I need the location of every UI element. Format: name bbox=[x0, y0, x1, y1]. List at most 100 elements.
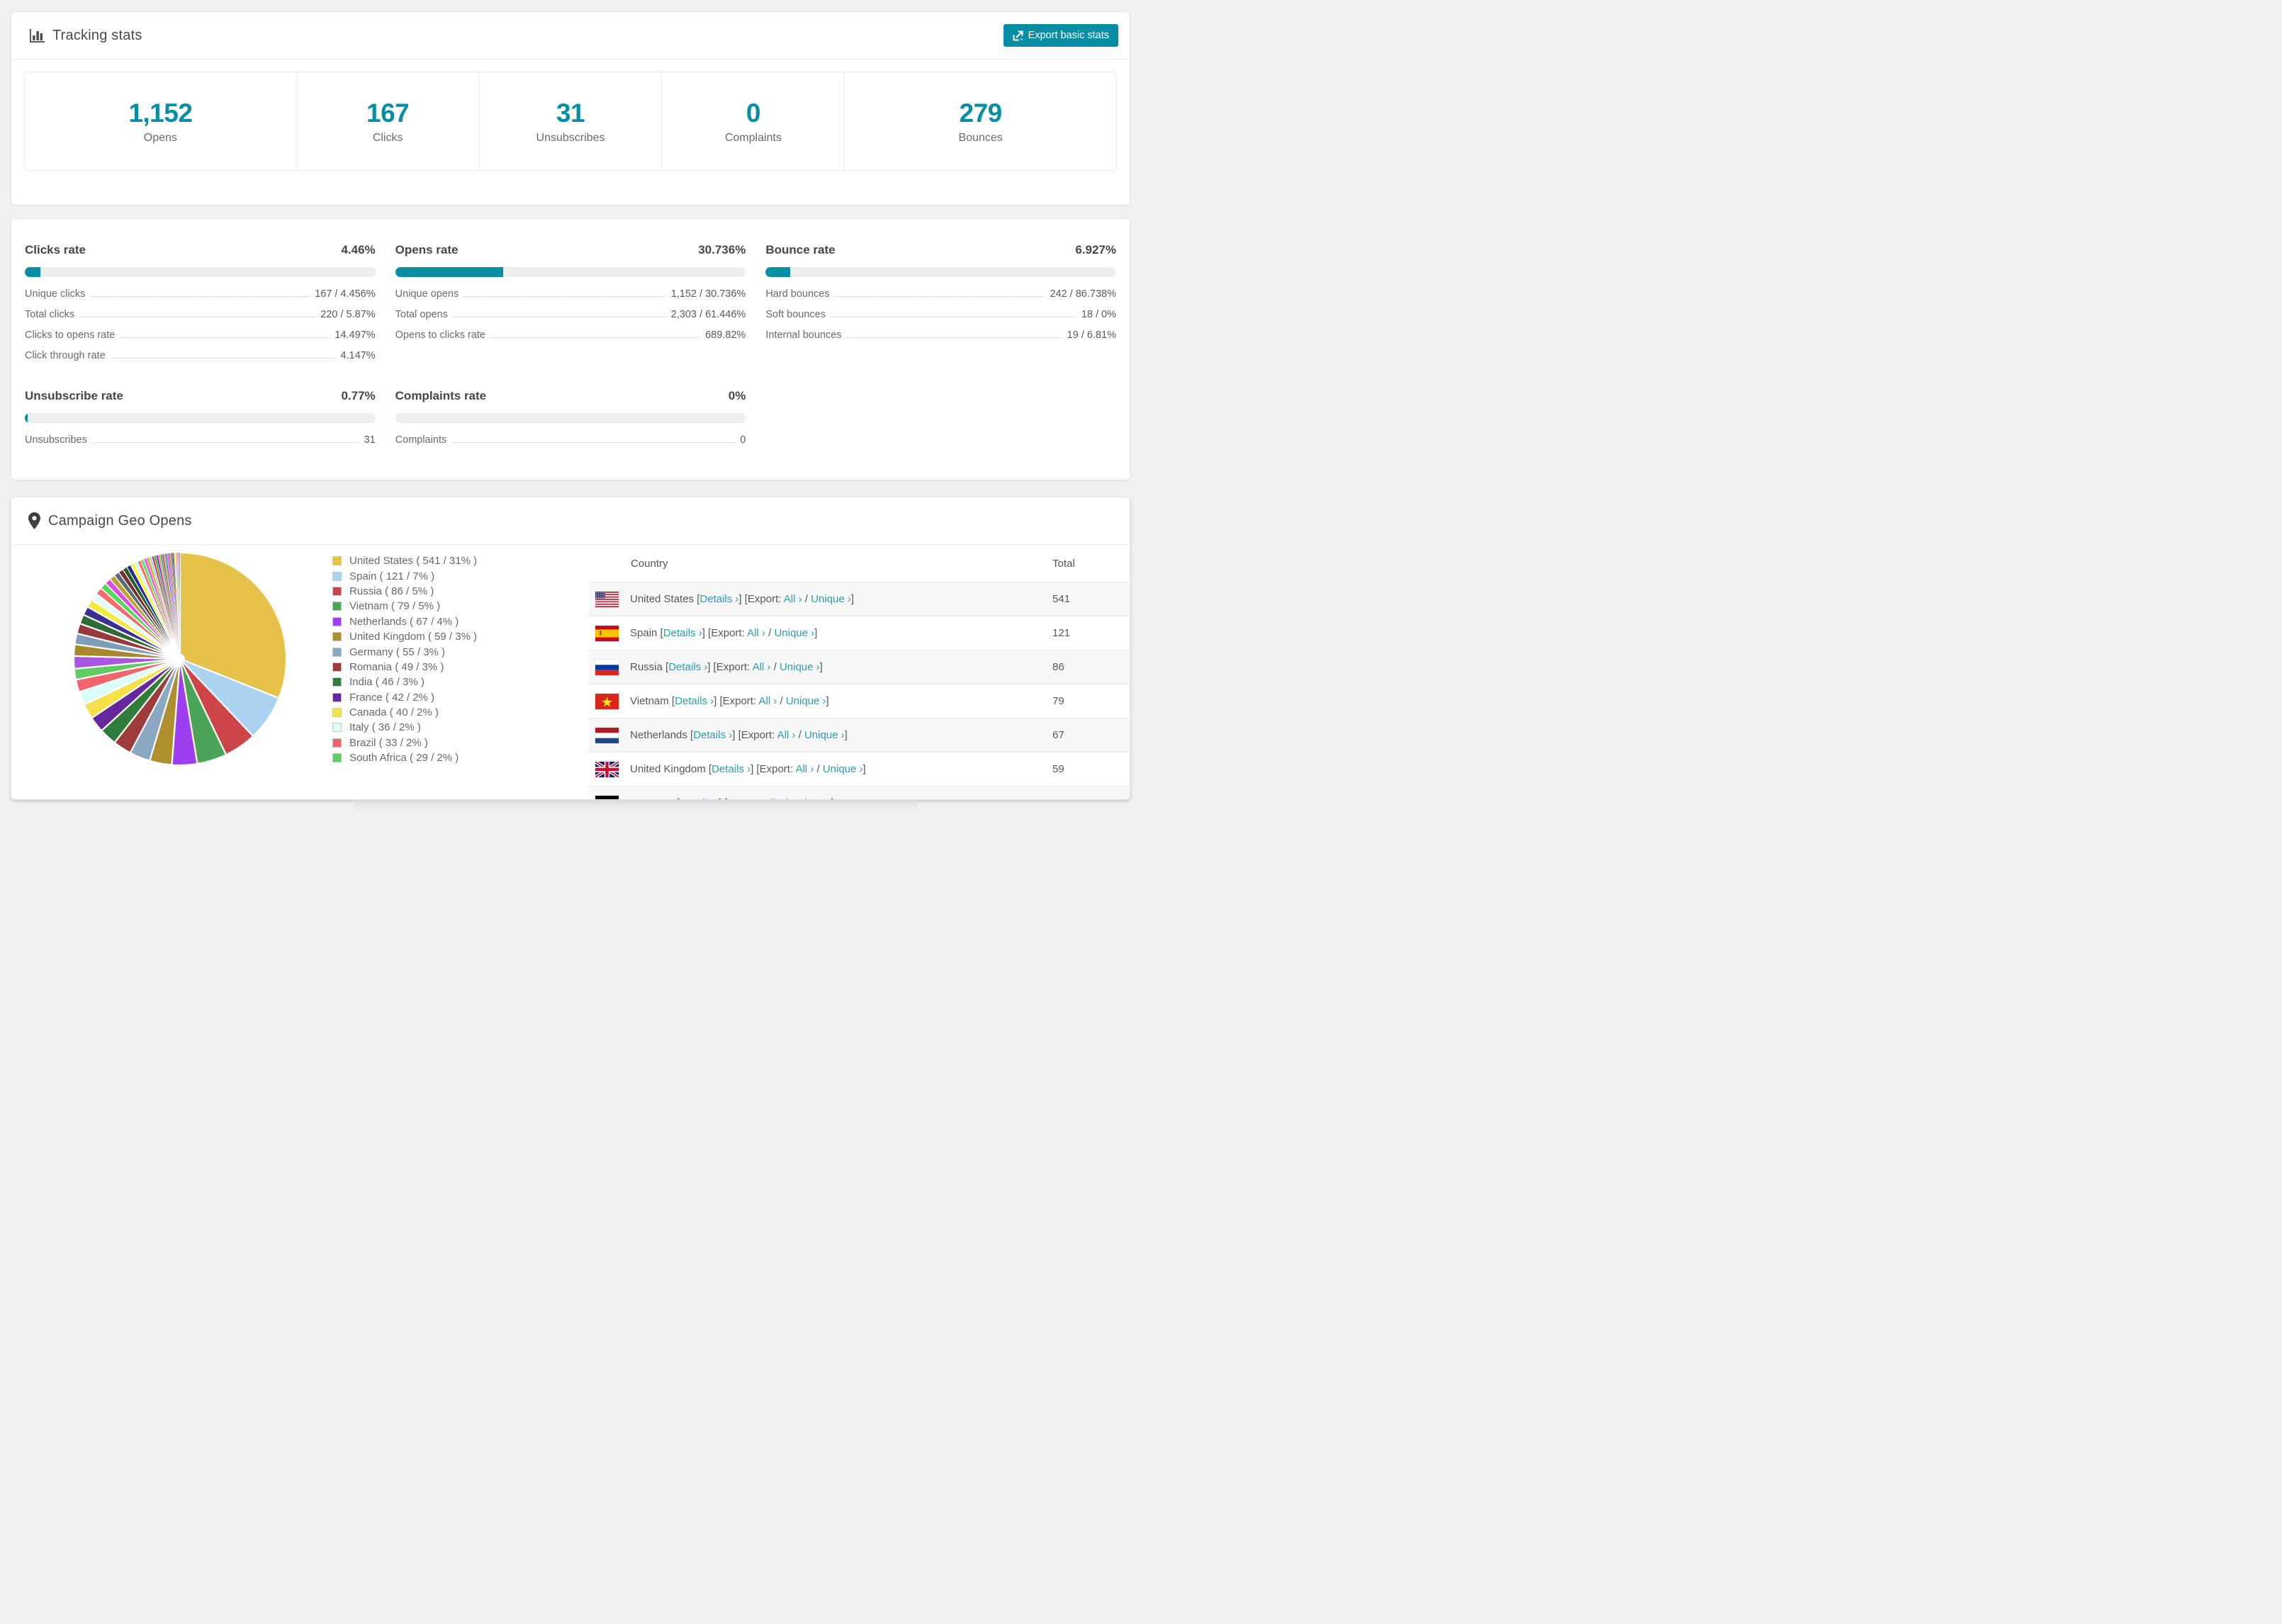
dotted-leader bbox=[120, 337, 330, 338]
rate-progress-bar bbox=[395, 267, 746, 277]
legend-label: Brazil ( 33 / 2% ) bbox=[349, 736, 428, 749]
detail-label: Hard bounces bbox=[765, 288, 830, 300]
detail-label: Opens to clicks rate bbox=[395, 329, 485, 341]
export-all-link[interactable]: All › bbox=[795, 763, 814, 775]
geo-opens-pie-chart[interactable] bbox=[72, 551, 288, 767]
detail-label: Click through rate bbox=[25, 350, 106, 361]
rate-detail-row-internal-bounces: Internal bounces 19 / 6.81% bbox=[765, 329, 1116, 350]
legend-label: United Kingdom ( 59 / 3% ) bbox=[349, 631, 478, 643]
dotted-leader bbox=[490, 337, 701, 338]
dotted-leader bbox=[451, 442, 736, 443]
summary-value-opens: 1,152 bbox=[128, 98, 193, 128]
legend-swatch bbox=[332, 602, 342, 611]
export-unique-link[interactable]: Unique › bbox=[774, 627, 814, 639]
legend-item-germany: Germany ( 55 / 3% ) bbox=[332, 644, 477, 659]
country-row-netherlands: Netherlands [Details ›] [Export: All › /… bbox=[588, 718, 1130, 752]
legend-label: Netherlands ( 67 / 4% ) bbox=[349, 615, 459, 628]
country-row-germany: Germany [Details ›] [Export: All › / Uni… bbox=[588, 786, 1130, 799]
legend-swatch bbox=[332, 692, 342, 702]
rate-value: 6.927% bbox=[1075, 243, 1116, 256]
rate-title: Unsubscribe rate bbox=[25, 389, 123, 402]
detail-label: Complaints bbox=[395, 434, 447, 446]
details-link[interactable]: Details › bbox=[668, 661, 707, 673]
detail-value: 18 / 0% bbox=[1081, 309, 1116, 320]
rate-progress-bar bbox=[25, 267, 376, 277]
tracking-stats-card: Tracking stats Export basic stats 1,152 O… bbox=[11, 11, 1130, 205]
total-cell: 86 bbox=[1052, 661, 1064, 673]
detail-value: 31 bbox=[364, 434, 376, 446]
legend-item-india: India ( 46 / 3% ) bbox=[332, 675, 477, 689]
export-basic-stats-button[interactable]: Export basic stats bbox=[1003, 24, 1118, 47]
rate-value: 0% bbox=[728, 389, 746, 402]
rate-title: Bounce rate bbox=[765, 243, 836, 256]
legend-label: United States ( 541 / 31% ) bbox=[349, 555, 478, 568]
details-link[interactable]: Details › bbox=[712, 763, 751, 775]
summary-label-opens: Opens bbox=[143, 131, 177, 144]
detail-label: Internal bounces bbox=[765, 329, 842, 341]
export-unique-link[interactable]: Unique › bbox=[786, 695, 826, 707]
legend-item-netherlands: Netherlands ( 67 / 4% ) bbox=[332, 614, 477, 629]
rate-detail-row-complaints: Complaints 0 bbox=[395, 434, 746, 455]
country-cell: Vietnam [Details ›] [Export: All › / Uni… bbox=[630, 695, 829, 707]
details-link[interactable]: Details › bbox=[699, 593, 738, 605]
rate-title: Clicks rate bbox=[25, 243, 86, 256]
bar-chart-icon bbox=[30, 28, 45, 43]
export-all-link[interactable]: All › bbox=[747, 627, 765, 639]
rate-value: 30.736% bbox=[698, 243, 746, 256]
export-unique-link[interactable]: Unique › bbox=[811, 593, 851, 605]
legend-label: Germany ( 55 / 3% ) bbox=[349, 645, 446, 658]
detail-value: 220 / 5.87% bbox=[320, 309, 376, 320]
detail-label: Unique opens bbox=[395, 288, 459, 300]
country-row-united-states: United States [Details ›] [Export: All ›… bbox=[588, 582, 1130, 616]
export-all-link[interactable]: All › bbox=[777, 729, 796, 741]
legend-item-spain: Spain ( 121 / 7% ) bbox=[332, 568, 477, 583]
export-all-link[interactable]: All › bbox=[784, 593, 802, 605]
export-all-link[interactable]: All › bbox=[753, 661, 771, 673]
details-link[interactable]: Details › bbox=[675, 695, 714, 707]
tracking-stats-header: Tracking stats Export basic stats bbox=[11, 12, 1130, 60]
export-all-link[interactable]: All › bbox=[758, 695, 777, 707]
rate-cell-clicks-rate: Clicks rate 4.46% Unique clicks 167 / 4.456… bbox=[25, 243, 376, 371]
dotted-leader bbox=[91, 442, 359, 443]
legend-swatch bbox=[332, 586, 342, 596]
detail-label: Unique clicks bbox=[25, 288, 86, 300]
flag-icon-nl bbox=[595, 727, 619, 743]
detail-label: Soft bounces bbox=[765, 309, 826, 320]
legend-label: Russia ( 86 / 5% ) bbox=[349, 585, 434, 597]
legend-item-brazil: Brazil ( 33 / 2% ) bbox=[332, 735, 477, 750]
geo-table-header: Country Total bbox=[588, 545, 1130, 582]
total-cell: 59 bbox=[1052, 763, 1064, 775]
details-link[interactable]: Details › bbox=[663, 627, 702, 639]
legend-swatch bbox=[332, 662, 342, 672]
rate-cell-opens-rate: Opens rate 30.736% Unique opens 1,152 / 30.… bbox=[395, 243, 746, 371]
dotted-leader bbox=[846, 337, 1062, 338]
rate-cell-complaints-rate: Complaints rate 0% Complaints 0 bbox=[395, 389, 746, 455]
legend-label: France ( 42 / 2% ) bbox=[349, 691, 435, 704]
export-unique-link[interactable]: Unique › bbox=[823, 763, 863, 775]
legend-swatch bbox=[332, 708, 342, 718]
summary-label-complaints: Complaints bbox=[724, 131, 782, 144]
country-cell: United States [Details ›] [Export: All ›… bbox=[630, 593, 855, 605]
country-cell: United Kingdom [Details ›] [Export: All … bbox=[630, 763, 866, 775]
country-row-vietnam: Vietnam [Details ›] [Export: All › / Uni… bbox=[588, 684, 1130, 718]
summary-value-unsubscribes: 31 bbox=[556, 98, 585, 128]
rate-detail-row-unique-clicks: Unique clicks 167 / 4.456% bbox=[25, 288, 376, 309]
total-cell: 121 bbox=[1052, 627, 1071, 639]
details-link[interactable]: Details › bbox=[693, 729, 732, 741]
legend-swatch bbox=[332, 571, 342, 581]
export-button-label: Export basic stats bbox=[1028, 30, 1109, 41]
legend-item-canada: Canada ( 40 / 2% ) bbox=[332, 705, 477, 720]
detail-value: 4.147% bbox=[340, 350, 376, 361]
rates-card: Clicks rate 4.46% Unique clicks 167 / 4.456… bbox=[11, 218, 1130, 480]
legend-item-romania: Romania ( 49 / 3% ) bbox=[332, 660, 477, 675]
legend-item-united-states: United States ( 541 / 31% ) bbox=[332, 553, 477, 568]
export-unique-link[interactable]: Unique › bbox=[780, 661, 820, 673]
legend-item-russia: Russia ( 86 / 5% ) bbox=[332, 584, 477, 599]
detail-value: 19 / 6.81% bbox=[1067, 329, 1116, 341]
detail-value: 14.497% bbox=[335, 329, 376, 341]
rate-cell-unsubscribe-rate: Unsubscribe rate 0.77% Unsubscribes 31 bbox=[25, 389, 376, 455]
export-unique-link[interactable]: Unique › bbox=[804, 729, 845, 741]
page-title: Tracking stats bbox=[52, 27, 142, 43]
detail-value: 1,152 / 30.736% bbox=[670, 288, 746, 300]
rate-detail-row-hard-bounces: Hard bounces 242 / 86.738% bbox=[765, 288, 1116, 309]
